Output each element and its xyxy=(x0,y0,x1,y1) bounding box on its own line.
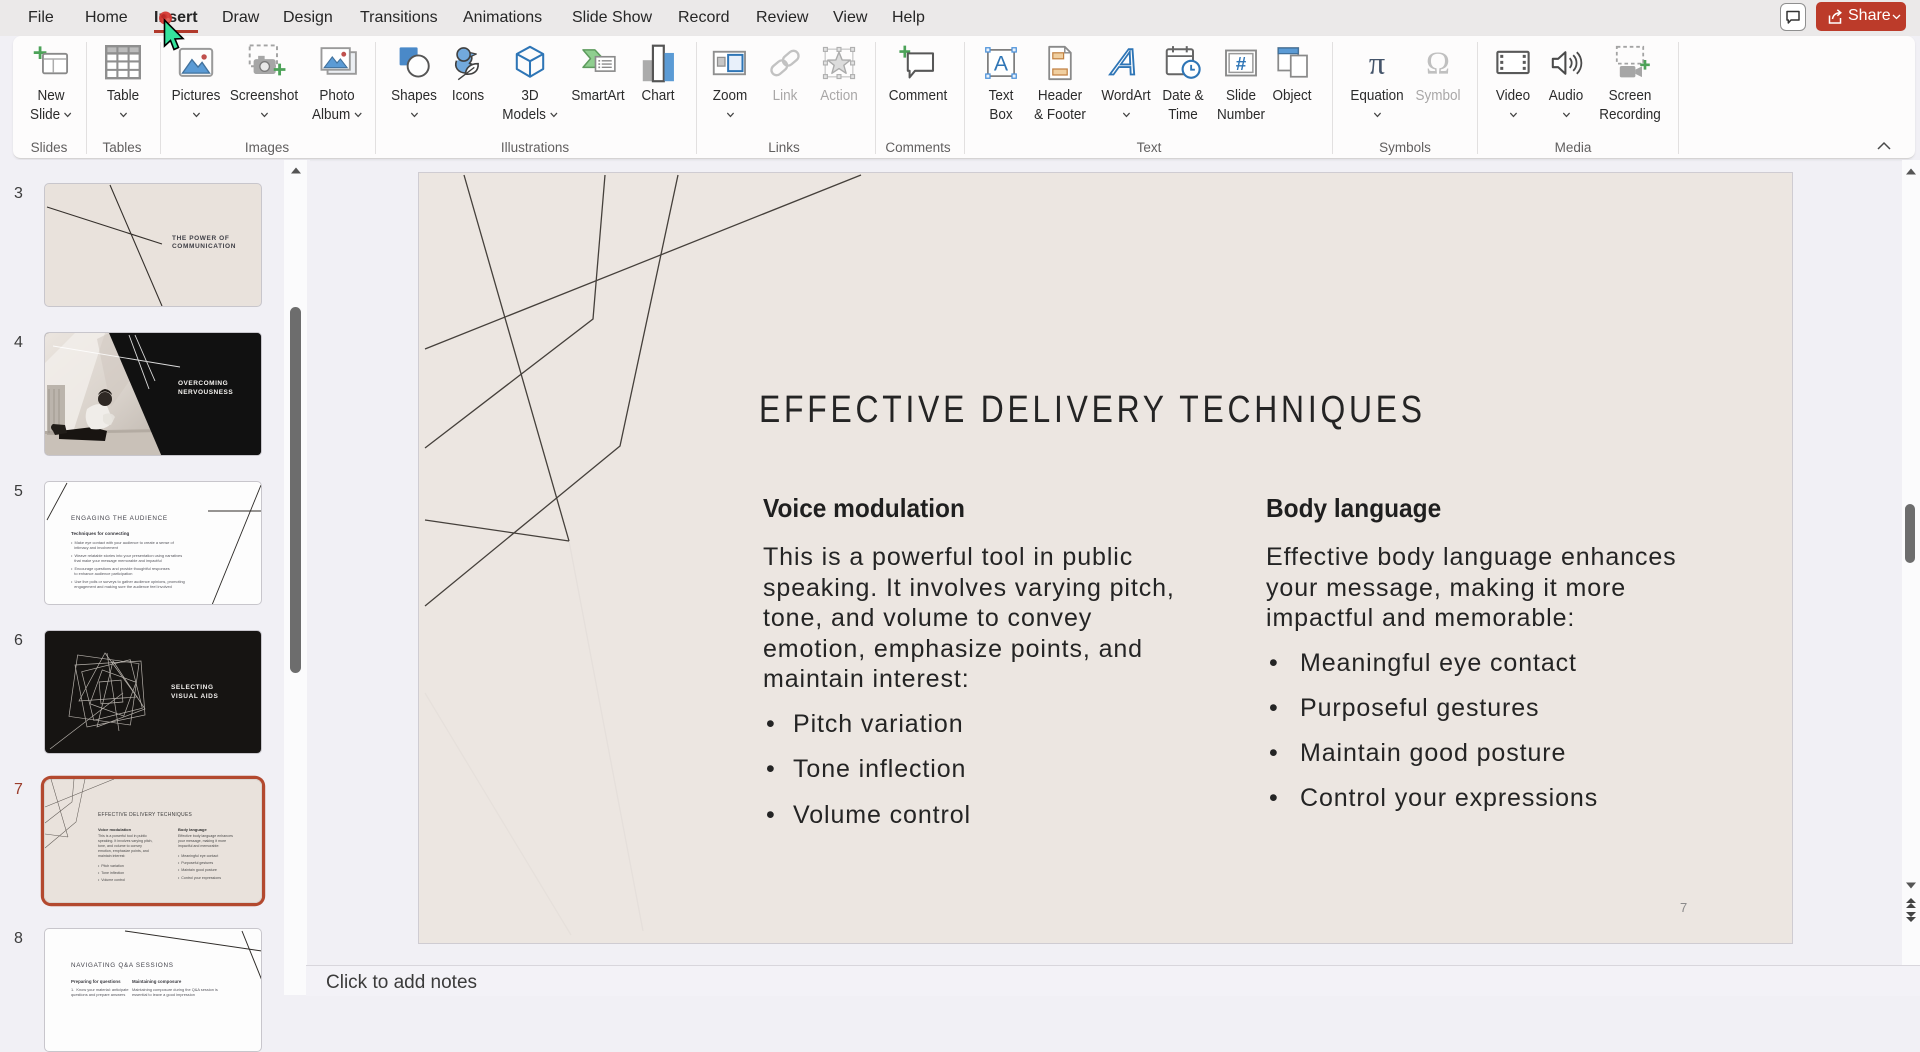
svg-text:A: A xyxy=(994,52,1009,76)
svg-text:Ω: Ω xyxy=(1426,44,1450,80)
svg-text:A: A xyxy=(1109,42,1141,83)
svg-text:#: # xyxy=(1236,53,1247,74)
svg-text:π: π xyxy=(1369,44,1385,80)
